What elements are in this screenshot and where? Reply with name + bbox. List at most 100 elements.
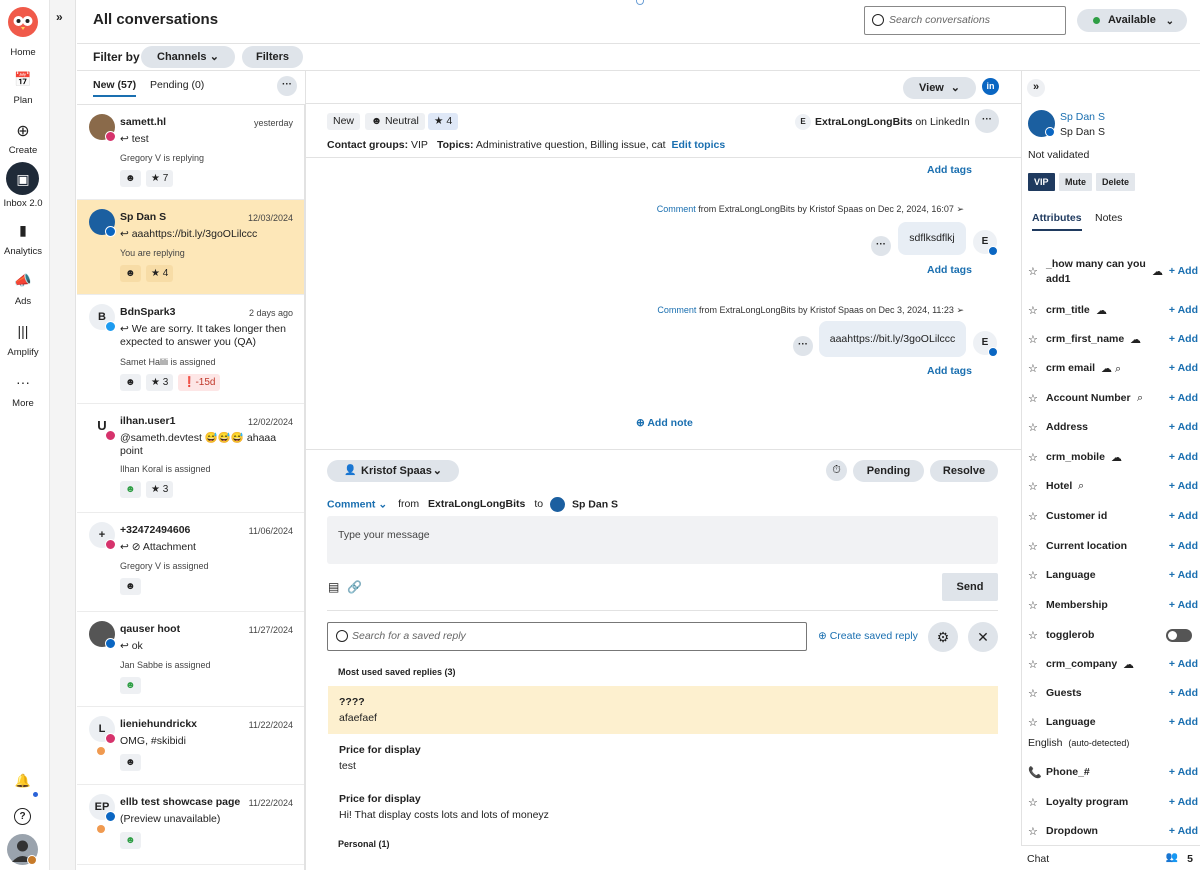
star-outline-icon[interactable]: ☆ — [1028, 599, 1038, 612]
reply-type-dropdown[interactable]: Comment ⌄ — [327, 498, 387, 510]
tab-pending[interactable]: Pending (0) — [150, 79, 204, 91]
star-outline-icon[interactable]: ☆ — [1028, 333, 1038, 346]
star-outline-icon[interactable]: ☆ — [1028, 510, 1038, 523]
nav-plan[interactable]: 📅 Plan — [0, 71, 46, 106]
settings-gear-icon[interactable]: ⚙ — [928, 622, 958, 652]
add-tags-link[interactable]: Add tags — [927, 365, 972, 377]
message-more-button[interactable]: ··· — [793, 336, 813, 356]
phone-icon[interactable]: 📞 — [1028, 766, 1042, 779]
star-outline-icon[interactable]: ☆ — [1028, 540, 1038, 553]
message-more-button[interactable]: ··· — [871, 236, 891, 256]
star-outline-icon[interactable]: ☆ — [1028, 825, 1038, 838]
list-more-button[interactable]: ··· — [277, 76, 297, 96]
add-attribute-button[interactable]: + Add — [1169, 599, 1198, 611]
view-dropdown[interactable]: View ⌄ — [903, 77, 976, 99]
star-outline-icon[interactable]: ☆ — [1028, 451, 1038, 464]
contact-name-link[interactable]: Sp Dan S — [1060, 111, 1105, 123]
star-outline-icon[interactable]: ☆ — [1028, 421, 1038, 434]
tab-attributes[interactable]: Attributes — [1032, 212, 1082, 231]
nav-create[interactable]: ⊕ Create — [0, 121, 46, 156]
add-attribute-button[interactable]: + Add — [1169, 480, 1198, 492]
add-attribute-button[interactable]: + Add — [1169, 766, 1198, 778]
delete-button[interactable]: Delete — [1096, 173, 1136, 191]
star-outline-icon[interactable]: ☆ — [1028, 687, 1038, 700]
send-button[interactable]: Send — [942, 573, 998, 601]
mute-button[interactable]: Mute — [1059, 173, 1092, 191]
add-attribute-button[interactable]: + Add — [1169, 716, 1198, 728]
owl-logo[interactable] — [8, 7, 38, 37]
add-attribute-button[interactable]: + Add — [1169, 265, 1198, 277]
saved-reply-item[interactable]: Price for display Hi! That display costs… — [328, 783, 998, 831]
comment-link[interactable]: Comment — [657, 305, 696, 315]
add-tags-link[interactable]: Add tags — [927, 164, 972, 176]
star-outline-icon[interactable]: ☆ — [1028, 480, 1038, 493]
tab-notes[interactable]: Notes — [1095, 212, 1122, 224]
edit-topics-link[interactable]: Edit topics — [672, 139, 726, 151]
filters-button[interactable]: Filters — [242, 46, 303, 68]
saved-reply-search[interactable]: Search for a saved reply — [327, 622, 807, 651]
nav-analytics[interactable]: ▮ Analytics — [0, 222, 46, 257]
add-note-button[interactable]: ⊕ Add note — [636, 417, 693, 429]
list-item[interactable]: + +32472494606 11/06/2024 ↩ ⊘ Attachment… — [77, 513, 304, 612]
create-saved-reply-button[interactable]: ⊕ Create saved reply — [818, 630, 918, 642]
double-chevron-right-icon[interactable]: » — [1027, 79, 1045, 97]
add-attribute-button[interactable]: + Add — [1169, 796, 1198, 808]
list-item[interactable]: samett.hl yesterday ↩ test Gregory V is … — [77, 105, 304, 200]
bell-icon[interactable]: 🔔 — [14, 772, 32, 790]
add-tags-link[interactable]: Add tags — [927, 264, 972, 276]
availability-dropdown[interactable]: Available ⌄ — [1077, 9, 1187, 32]
assignee-dropdown[interactable]: 👤 Kristof Spaas ⌄ — [327, 460, 459, 482]
saved-reply-item[interactable]: Price for display test — [328, 734, 998, 782]
nav-inbox[interactable]: ▣ Inbox 2.0 — [0, 171, 46, 209]
saved-replies-icon[interactable]: ▤ — [328, 580, 339, 594]
add-attribute-button[interactable]: + Add — [1169, 687, 1198, 699]
add-attribute-button[interactable]: + Add — [1169, 392, 1198, 404]
add-attribute-button[interactable]: + Add — [1169, 825, 1198, 837]
snooze-icon[interactable]: ⏱ — [826, 460, 847, 481]
link-icon[interactable]: 🔗 — [347, 580, 362, 594]
add-attribute-button[interactable]: + Add — [1169, 421, 1198, 433]
nav-more[interactable]: ··· More — [0, 374, 46, 409]
pending-button[interactable]: Pending — [853, 460, 924, 482]
star-outline-icon[interactable]: ☆ — [1028, 392, 1038, 405]
list-item[interactable]: EP ellb test showcase page 11/22/2024 (P… — [77, 785, 304, 865]
thread-more-button[interactable]: ··· — [975, 109, 999, 133]
message-input[interactable]: Type your message — [327, 516, 998, 564]
tab-new[interactable]: New (57) — [93, 79, 137, 97]
star-outline-icon[interactable]: ☆ — [1028, 629, 1038, 642]
add-attribute-button[interactable]: + Add — [1169, 540, 1198, 552]
add-attribute-button[interactable]: + Add — [1169, 451, 1198, 463]
help-icon[interactable]: ? — [14, 808, 31, 825]
star-outline-icon[interactable]: ☆ — [1028, 569, 1038, 582]
star-outline-icon[interactable]: ☆ — [1028, 716, 1038, 729]
list-item[interactable]: U ilhan.user1 12/02/2024 @sameth.devtest… — [77, 404, 304, 513]
comment-link[interactable]: Comment — [657, 204, 696, 214]
nav-ads[interactable]: 📣 Ads — [0, 272, 46, 307]
nav-amplify[interactable]: ||| Amplify — [0, 323, 46, 358]
close-icon[interactable]: ✕ — [968, 622, 998, 652]
vip-button[interactable]: VIP — [1028, 173, 1055, 191]
add-attribute-button[interactable]: + Add — [1169, 510, 1198, 522]
list-item[interactable]: L lieniehundrickx 11/22/2024 OMG, #skibi… — [77, 707, 304, 785]
top-handle[interactable] — [636, 0, 644, 5]
star-outline-icon[interactable]: ☆ — [1028, 658, 1038, 671]
saved-reply-item[interactable]: ???? afaefaef — [328, 686, 998, 734]
add-attribute-button[interactable]: + Add — [1169, 658, 1198, 670]
star-outline-icon[interactable]: ☆ — [1028, 796, 1038, 809]
list-item[interactable]: B BdnSpark3 2 days ago ↩ We are sorry. I… — [77, 295, 304, 404]
toggle-switch[interactable] — [1166, 629, 1192, 642]
star-outline-icon[interactable]: ☆ — [1028, 265, 1038, 278]
add-attribute-button[interactable]: + Add — [1169, 362, 1198, 374]
chat-bar[interactable]: Chat 👥 5 — [1021, 845, 1200, 870]
add-attribute-button[interactable]: + Add — [1169, 304, 1198, 316]
add-attribute-button[interactable]: + Add — [1169, 569, 1198, 581]
search-input[interactable]: Search conversations — [864, 6, 1066, 35]
star-outline-icon[interactable]: ☆ — [1028, 304, 1038, 317]
add-attribute-button[interactable]: + Add — [1169, 333, 1198, 345]
star-outline-icon[interactable]: ☆ — [1028, 362, 1038, 375]
resolve-button[interactable]: Resolve — [930, 460, 998, 482]
double-chevron-right-icon[interactable]: » — [56, 10, 63, 24]
list-item[interactable]: qauser hoot 11/27/2024 ↩ ok Jan Sabbe is… — [77, 612, 304, 707]
list-item-selected[interactable]: Sp Dan S 12/03/2024 ↩ aaahttps://bit.ly/… — [77, 200, 304, 295]
nav-home[interactable]: Home — [0, 47, 46, 58]
